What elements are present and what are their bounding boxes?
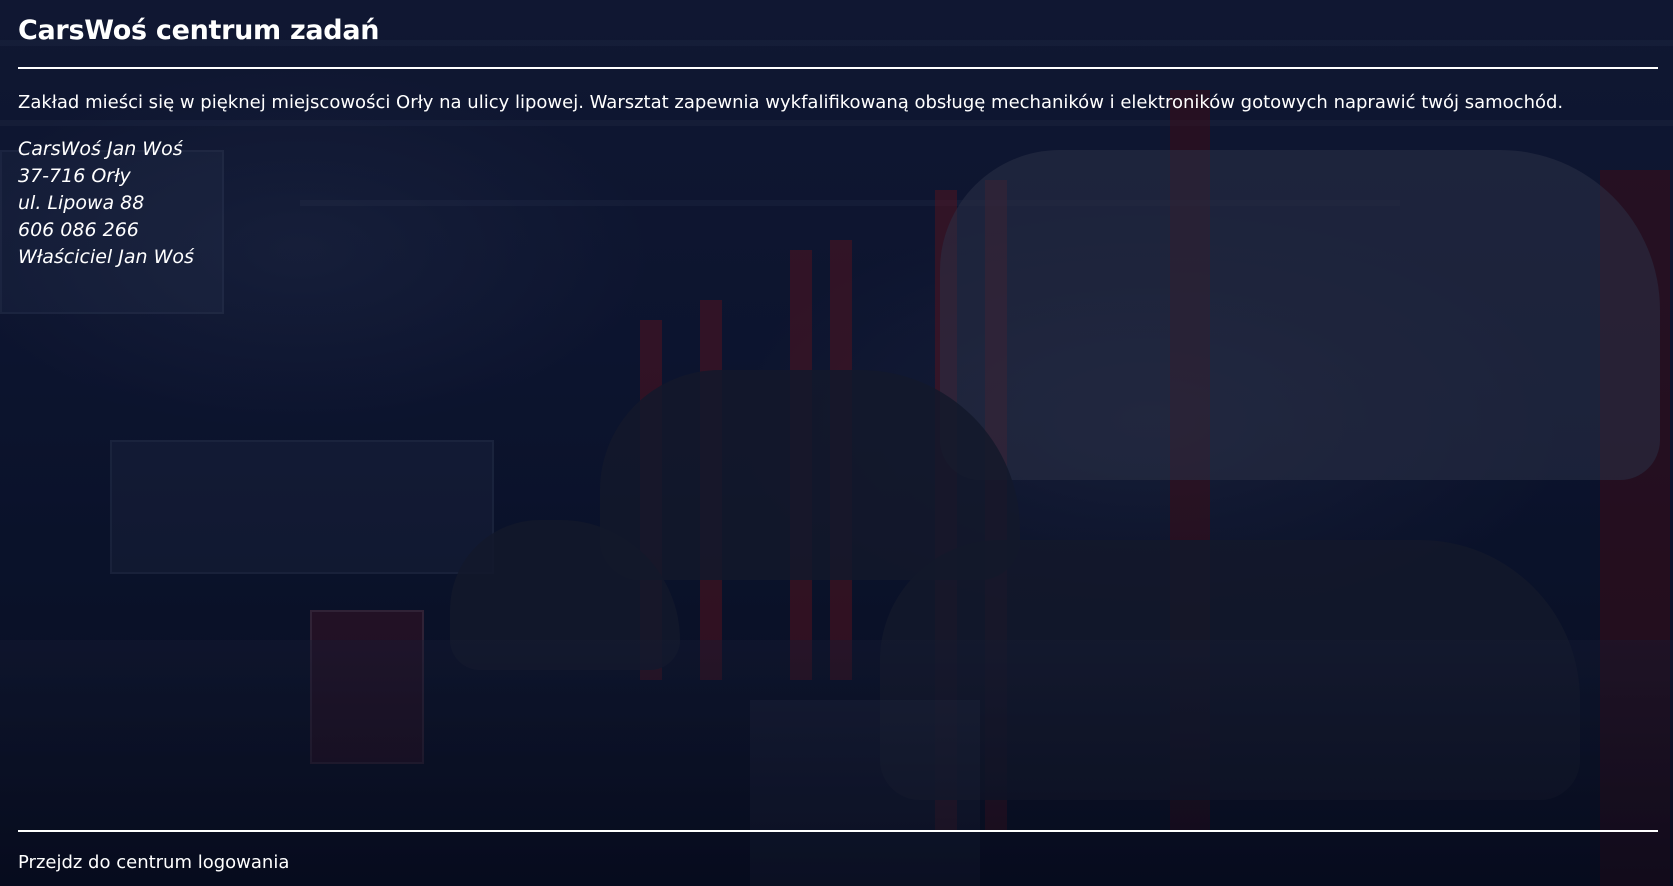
address-street: ul. Lipowa 88: [18, 192, 145, 214]
intro-paragraph: Zakład mieści się w pięknej miejscowości…: [18, 92, 1564, 113]
login-center-link[interactable]: Przejdz do centrum logowania: [18, 850, 289, 876]
page-title: CarsWoś centrum zadań: [18, 15, 380, 46]
address-owner: Właściciel Jan Woś: [18, 246, 194, 268]
contact-address: CarsWoś Jan Woś 37-716 Orły ul. Lipowa 8…: [18, 136, 194, 271]
address-postal-city: 37-716 Orły: [18, 165, 131, 187]
footer-divider: [18, 830, 1658, 832]
address-company: CarsWoś Jan Woś: [18, 138, 183, 160]
address-phone: 606 086 266: [18, 219, 139, 241]
header-divider: [18, 67, 1658, 69]
page-content: CarsWoś centrum zadań Zakład mieści się …: [18, 0, 1658, 886]
